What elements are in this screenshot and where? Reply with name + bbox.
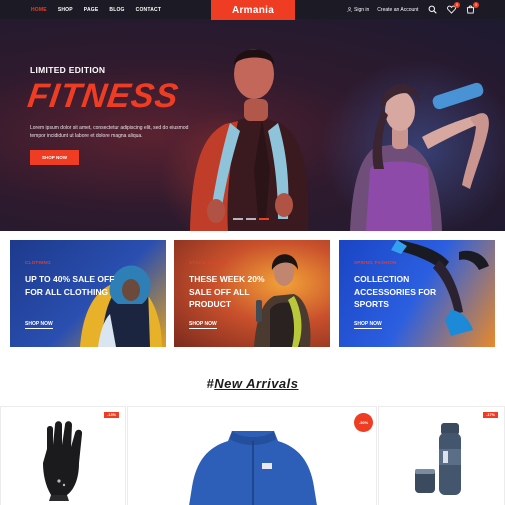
promo-3-shop-now-link[interactable]: SHOP NOW: [354, 321, 382, 329]
nav-contact[interactable]: CONTACT: [136, 7, 161, 13]
header-icons: 0 0: [428, 0, 479, 19]
product-card-jacket[interactable]: -30%: [127, 406, 377, 505]
product-3-discount-badge: -17%: [483, 412, 498, 418]
cart-count-badge: 0: [473, 2, 479, 8]
wishlist-count-badge: 0: [454, 2, 460, 8]
logo-text: Armania: [231, 4, 275, 16]
user-icon: [347, 7, 352, 12]
new-arrivals-heading: #New Arrivals: [0, 376, 505, 391]
site-logo[interactable]: Armania: [211, 0, 295, 20]
product-1-discount-badge: -13%: [104, 412, 119, 418]
man-figure: [190, 49, 309, 231]
product-2-discount-badge: -30%: [354, 413, 373, 432]
promo-1-kicker: CLOTHING: [25, 260, 51, 265]
hero-title: FITNESS: [25, 77, 182, 115]
create-account-link[interactable]: Create an Account: [377, 7, 418, 13]
main-nav: HOME SHOP PAGE BLOG CONTACT: [31, 0, 161, 19]
slider-dots: [233, 218, 269, 220]
promo-2-kicker: STOCK LIMITED: [189, 260, 228, 265]
search-button[interactable]: [428, 5, 437, 14]
promo-1-shop-now-link[interactable]: SHOP NOW: [25, 321, 53, 329]
promo-3-title: COLLECTION ACCESSORIES FOR SPORTS: [354, 274, 437, 309]
hero-shop-now-button[interactable]: SHOP NOW: [30, 150, 79, 165]
promo-2-shop-now-link[interactable]: SHOP NOW: [189, 321, 217, 329]
promo-2-title: THESE WEEK 20% SALE OFF ALL PRODUCT: [189, 274, 265, 309]
account-links: Sign in Create an Account: [347, 0, 418, 19]
nav-page[interactable]: PAGE: [84, 7, 99, 13]
product-card-glove[interactable]: -13%: [0, 406, 126, 505]
product-1-image-glove: [43, 421, 83, 501]
woman-figure: [350, 82, 489, 231]
slider-dot-3[interactable]: [259, 218, 269, 220]
promo-banner-clothing[interactable]: CLOTHING UP TO 40% SALE OFF FOR ALL CLOT…: [10, 240, 166, 347]
new-arrivals-title: New Arrivals: [214, 376, 299, 391]
nav-shop[interactable]: SHOP: [58, 7, 73, 13]
promo-1-title: UP TO 40% SALE OFF FOR ALL CLOTHING: [25, 274, 115, 297]
cart-button[interactable]: 0: [466, 2, 479, 14]
nav-home[interactable]: HOME: [31, 7, 47, 13]
promo-banner-stock-limited[interactable]: STOCK LIMITED THESE WEEK 20% SALE OFF AL…: [174, 240, 330, 347]
hero-slider: LIMITED EDITION FITNESS Lorem ipsum dolo…: [0, 19, 505, 231]
wishlist-button[interactable]: 0: [447, 2, 460, 14]
promo-3-kicker: SPRING FASHION: [354, 260, 397, 265]
sign-in-label: Sign in: [354, 6, 370, 13]
slider-dot-1[interactable]: [233, 218, 243, 220]
hero-athletes-image: [190, 49, 489, 231]
nav-blog[interactable]: BLOG: [109, 7, 124, 13]
slider-dot-2[interactable]: [246, 218, 256, 220]
promo-banner-spring-fashion[interactable]: SPRING FASHION COLLECTION ACCESSORIES FO…: [339, 240, 495, 347]
product-3-image-flask: [415, 423, 461, 495]
hero-kicker: LIMITED EDITION: [30, 65, 106, 75]
search-icon: [428, 5, 437, 14]
product-card-flask[interactable]: -17%: [378, 406, 505, 505]
sign-in-link[interactable]: Sign in: [347, 7, 369, 13]
hero-description: Lorem ipsum dolor sit amet, consectetur …: [30, 125, 189, 139]
product-2-image-jacket: [189, 431, 317, 505]
